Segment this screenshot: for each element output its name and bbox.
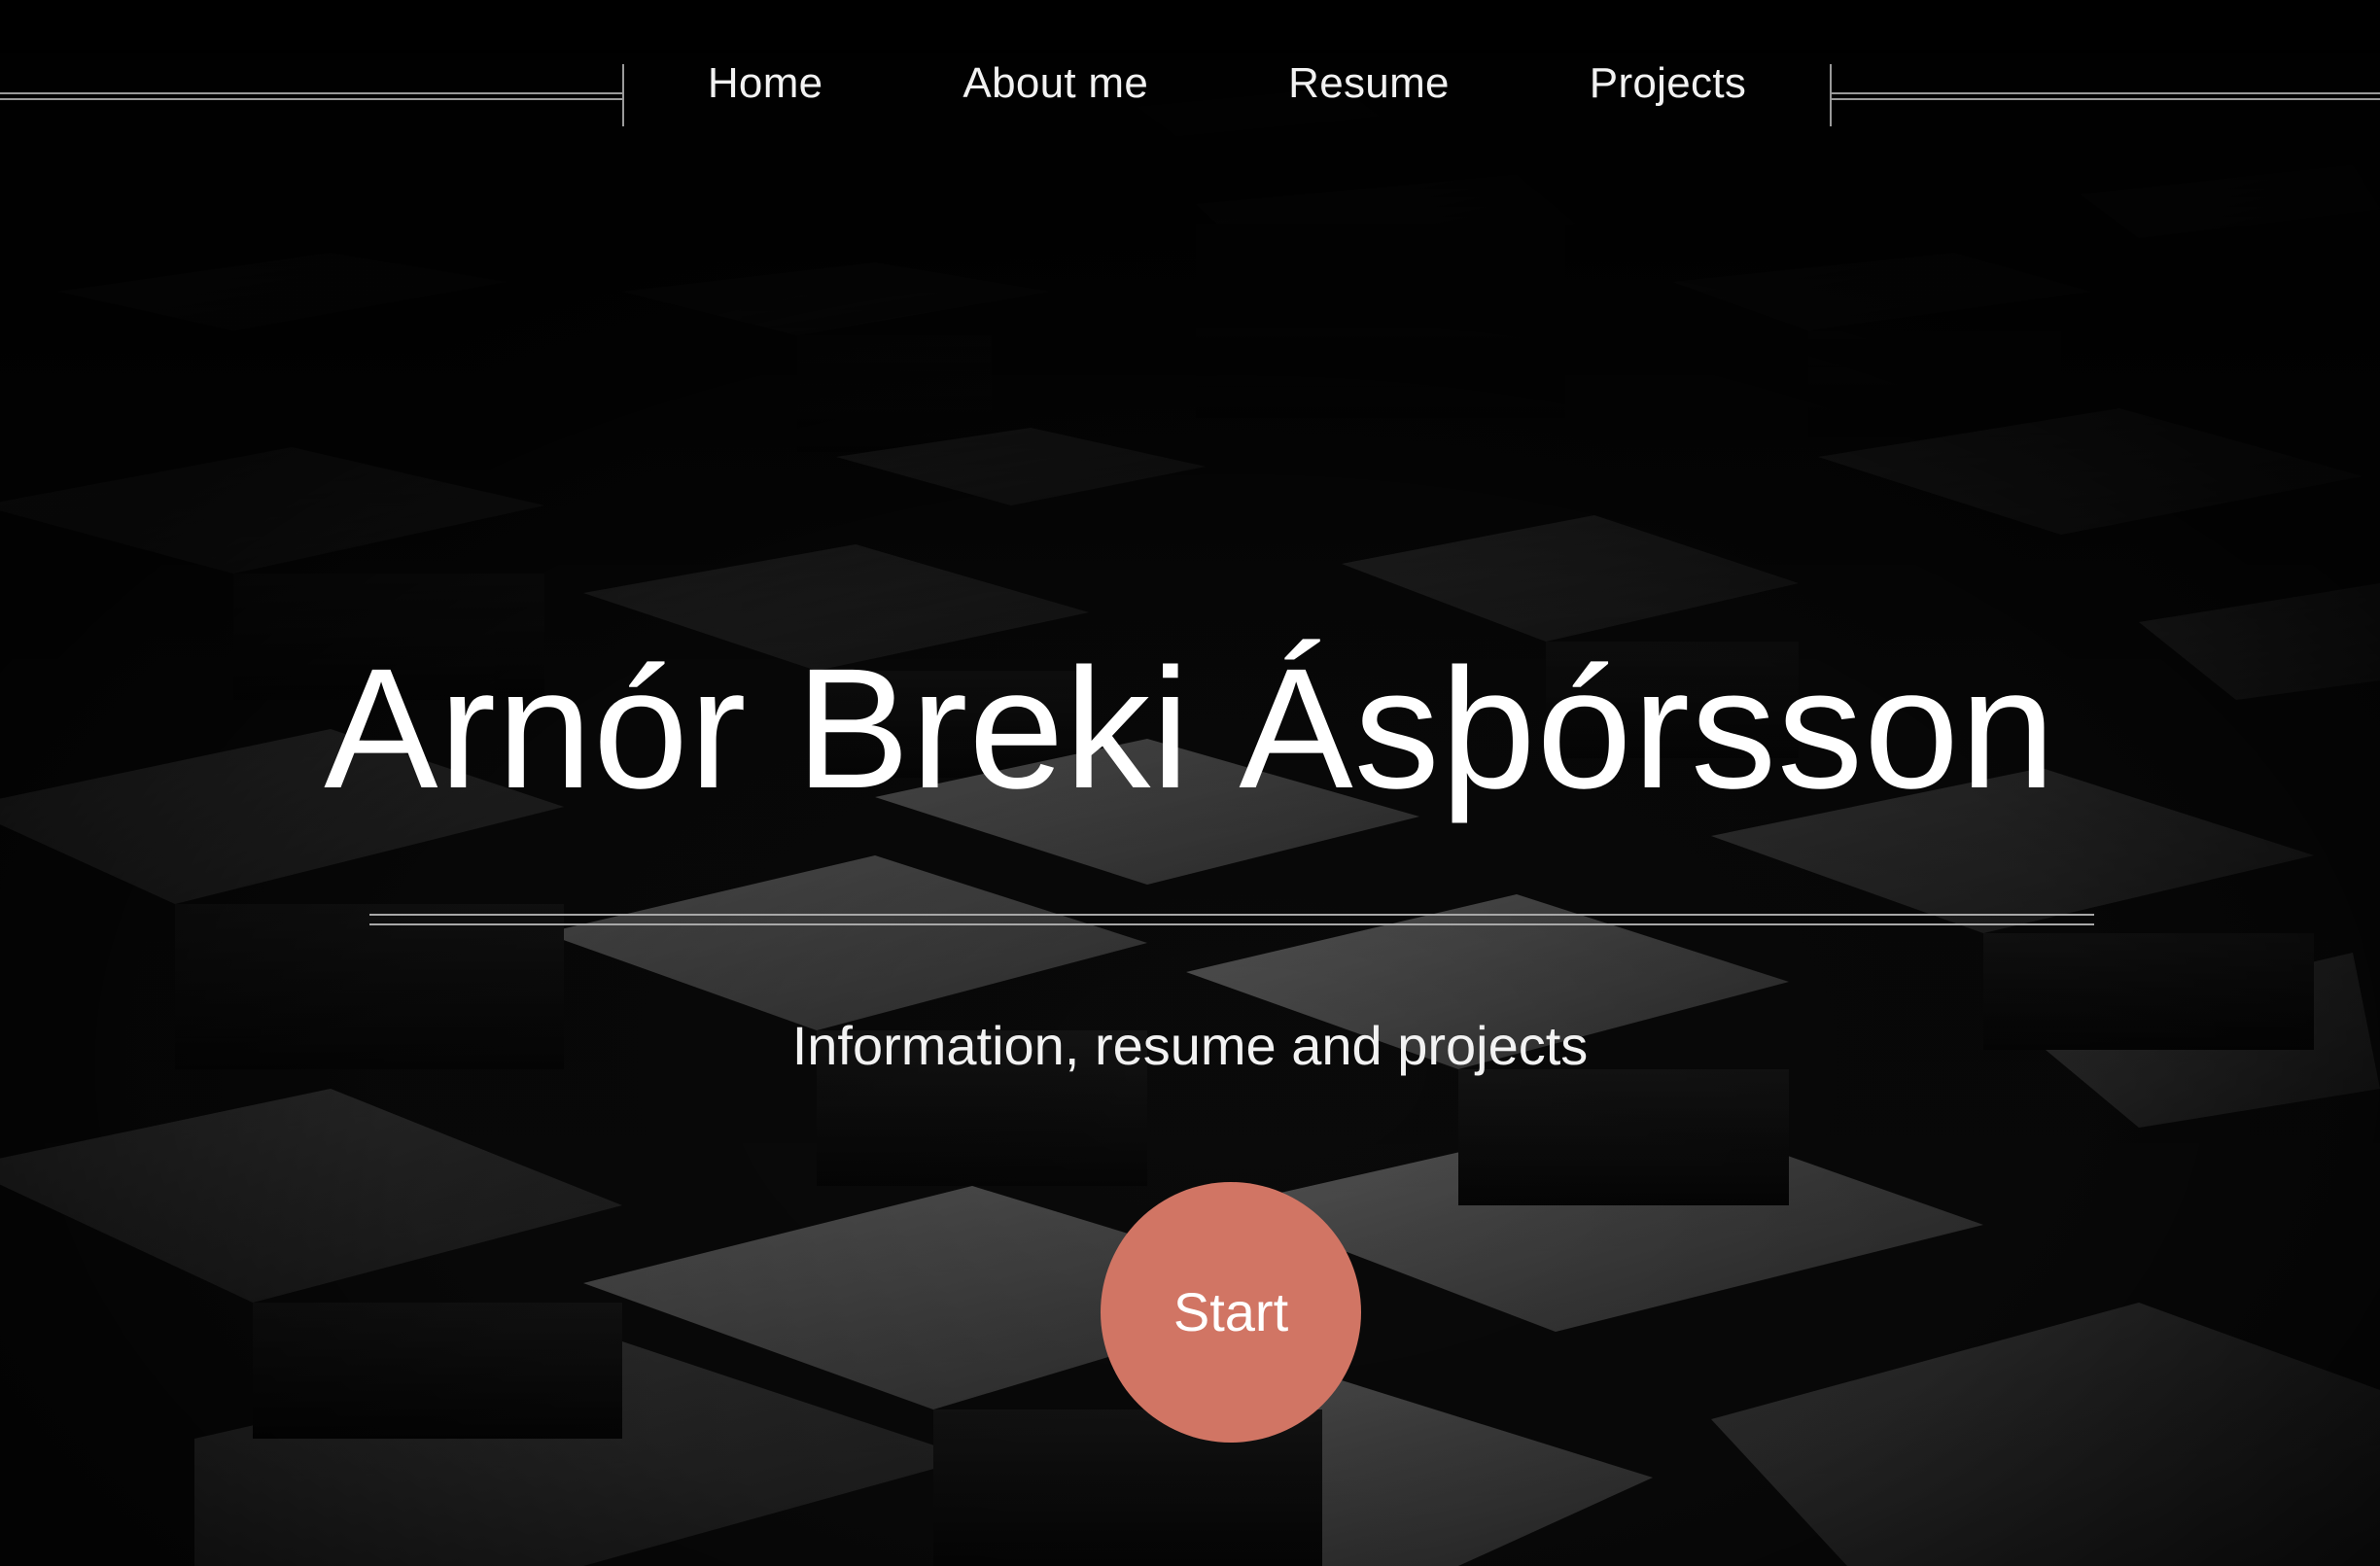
nav-link-resume[interactable]: Resume: [1218, 54, 1520, 113]
hero-divider: [369, 914, 2094, 925]
hero-subtitle: Information, resume and projects: [791, 1015, 1589, 1076]
nav-decorative-line-left: [0, 92, 622, 100]
nav-decorative-line-right: [1832, 92, 2380, 100]
nav-link-projects[interactable]: Projects: [1520, 54, 1816, 113]
top-navigation: Home About me Resume Projects: [0, 0, 2380, 170]
page: Home About me Resume Projects Arnór Brek…: [0, 0, 2380, 1566]
hero-title: Arnór Breki Ásþórsson: [324, 634, 2056, 824]
nav-links: Home About me Resume Projects: [624, 54, 1830, 113]
start-button[interactable]: Start: [1101, 1182, 1361, 1443]
nav-link-home[interactable]: Home: [638, 54, 893, 113]
nav-link-about-me[interactable]: About me: [892, 54, 1218, 113]
